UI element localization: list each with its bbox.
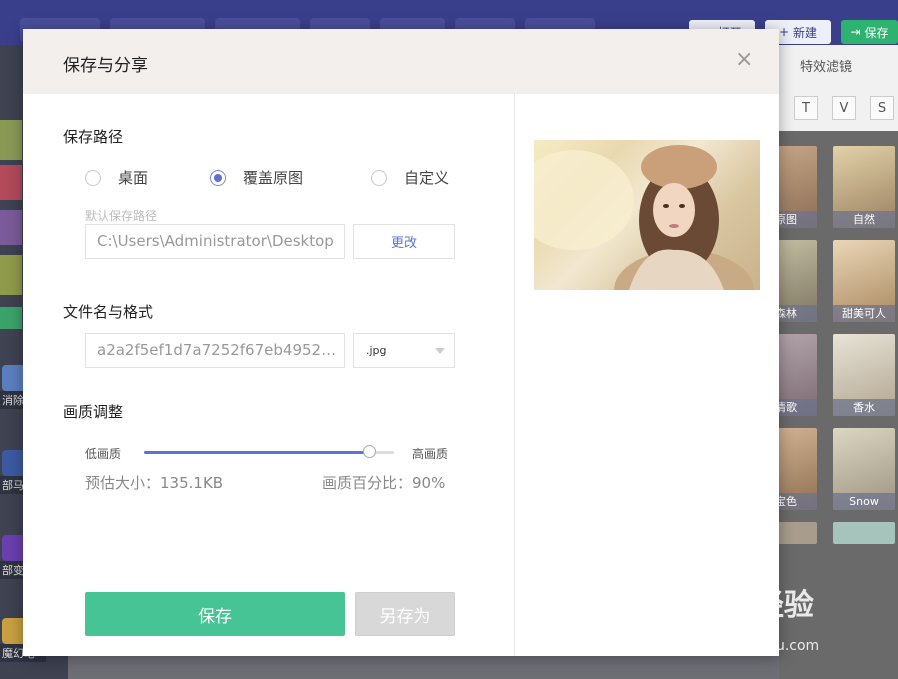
close-icon[interactable]: × — [735, 47, 753, 72]
portrait-photo — [534, 145, 754, 290]
dialog-title: 保存与分享 — [63, 56, 148, 76]
quality-slider-handle[interactable] — [363, 445, 376, 458]
radio-custom[interactable]: 自定义 — [371, 167, 449, 188]
high-quality-label: 高画质 — [412, 447, 449, 461]
plus-icon: + — [778, 25, 790, 39]
format-value: .jpg — [366, 344, 387, 357]
dialog-header: 保存与分享 × — [23, 29, 779, 94]
radio-circle — [85, 169, 101, 186]
filter-thumb[interactable]: 甜美可人 — [833, 240, 895, 322]
change-path-button[interactable]: 更改 — [353, 224, 455, 259]
filter-thumb[interactable]: Snow — [833, 428, 895, 510]
chevron-down-icon — [435, 348, 445, 354]
color-swatch[interactable] — [0, 120, 22, 160]
save-path-title: 保存路径 — [63, 128, 124, 146]
save-as-button: 另存为 — [355, 592, 455, 636]
save-share-dialog: 保存与分享 × 保存路径 桌面 覆盖原图 自定义 默认保存路径 C:\Users… — [23, 29, 779, 656]
color-swatch[interactable] — [0, 307, 22, 329]
quality-title: 画质调整 — [63, 403, 124, 421]
default-path-hint: 默认保存路径 — [85, 209, 158, 223]
watermark-url: jingyan.baidu.com — [690, 638, 820, 654]
filter-thumb[interactable]: 自然 — [833, 146, 895, 228]
filter-caption: 香水 — [833, 399, 895, 416]
filter-thumb[interactable] — [833, 522, 895, 544]
toolbar-save-label: 保存 — [864, 25, 889, 40]
filter-thumb[interactable]: 香水 — [833, 334, 895, 416]
save-path-field[interactable]: C:\Users\Administrator\Desktop — [85, 224, 345, 259]
low-quality-label: 低画质 — [85, 447, 122, 461]
quality-slider[interactable] — [144, 445, 394, 458]
color-swatch[interactable] — [0, 165, 22, 200]
toolbar-save-button[interactable]: ⇥ 保存 — [841, 20, 898, 44]
filter-caption: Snow — [833, 493, 895, 510]
export-icon: ⇥ — [850, 25, 861, 39]
radio-desktop[interactable]: 桌面 — [85, 167, 148, 188]
filter-letter-tab[interactable]: V — [832, 96, 856, 120]
quality-slider-fill — [144, 451, 369, 454]
color-swatch[interactable] — [0, 210, 22, 245]
radio-label: 自定义 — [404, 169, 450, 187]
filename-title: 文件名与格式 — [63, 303, 154, 321]
radio-label: 桌面 — [118, 169, 149, 187]
filter-panel-title: 特效滤镜 — [799, 60, 852, 75]
estimated-size: 预估大小：135.1KB — [85, 474, 224, 492]
format-select[interactable]: .jpg — [353, 333, 455, 368]
radio-overwrite[interactable]: 覆盖原图 — [210, 167, 303, 188]
dialog-divider — [514, 94, 515, 656]
filename-field[interactable]: a2a2f5ef1d7a7252f67eb4952e9b — [85, 333, 345, 368]
filter-letter-tab[interactable]: T — [794, 96, 818, 120]
filter-caption: 自然 — [833, 211, 895, 228]
image-preview — [534, 140, 760, 290]
save-button[interactable]: 保存 — [85, 592, 345, 636]
watermark-logo: Bai 经验 — [690, 588, 814, 623]
quality-percent: 画质百分比：90% — [322, 474, 446, 492]
filter-caption: 甜美可人 — [833, 305, 895, 322]
color-swatch[interactable] — [0, 255, 22, 295]
filter-letter-tab[interactable]: S — [870, 96, 894, 120]
filter-photo — [833, 522, 895, 544]
radio-circle-selected — [210, 169, 226, 186]
new-label: 新建 — [793, 25, 818, 40]
radio-circle — [371, 169, 387, 186]
radio-label: 覆盖原图 — [243, 169, 304, 187]
